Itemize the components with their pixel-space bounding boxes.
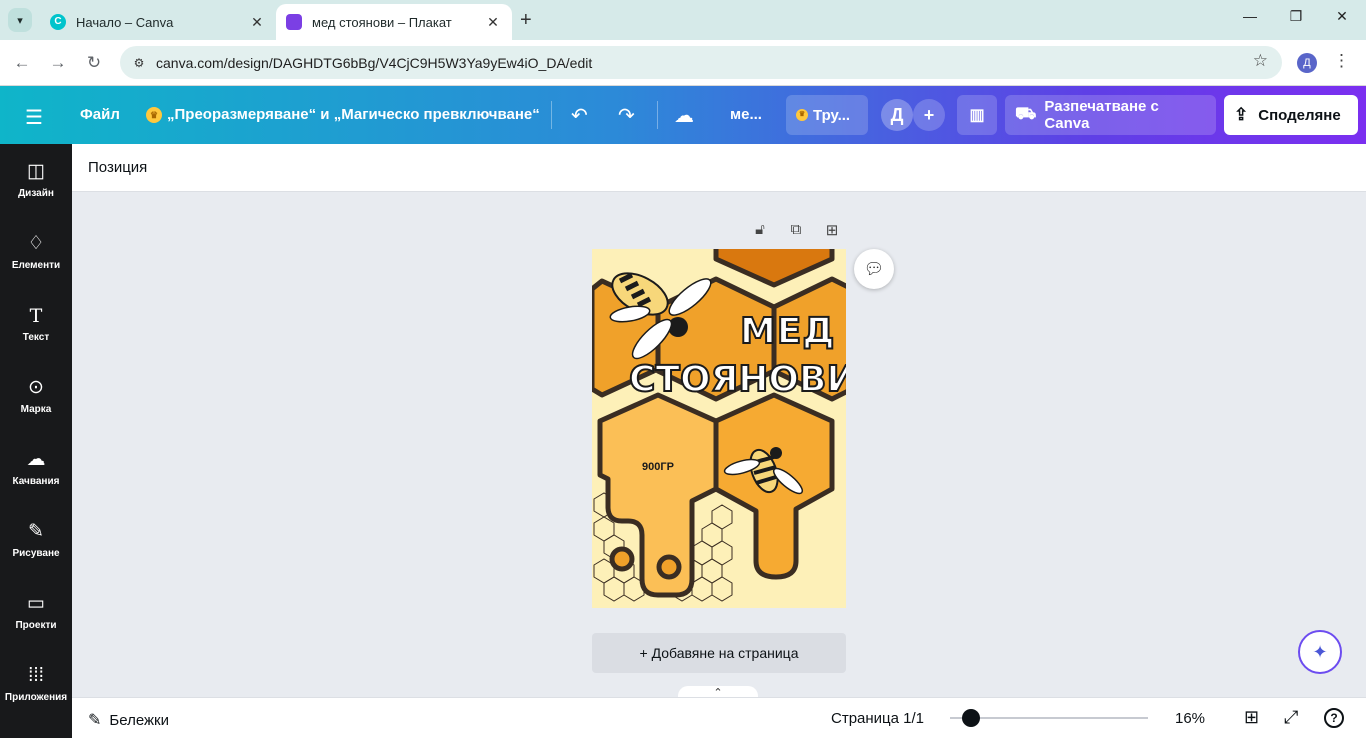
sidebar-item-draw[interactable]: ✎ Рисуване (0, 520, 72, 592)
undo-icon[interactable]: ↶ (571, 103, 588, 128)
minimize-icon[interactable]: — (1238, 8, 1262, 24)
draw-icon: ✎ (28, 521, 44, 542)
position-button[interactable]: Позиция (88, 159, 147, 176)
poster-favicon-icon (286, 14, 302, 30)
page-indicator[interactable]: Страница 1/1 (831, 710, 924, 727)
header-divider (657, 101, 658, 129)
close-window-icon[interactable]: ✕ (1330, 8, 1354, 25)
poster-weight-label[interactable]: 900ГР (642, 461, 674, 473)
browser-toolbar: ← → ↻ ⚙ canva.com/design/DAGHDTG6bBg/V4C… (0, 40, 1366, 86)
left-sidebar: ◫ Дизайн ♢ Елементи T Текст ⊙ Марка ☁ Ка… (0, 144, 72, 738)
poster-title-line2[interactable]: СТОЯНОВИ (628, 358, 846, 401)
sidebar-item-projects[interactable]: ▭ Проекти (0, 592, 72, 664)
sidebar-item-label: Качвания (12, 476, 60, 487)
share-label: Споделяне (1258, 106, 1341, 124)
fullscreen-icon[interactable]: ⤢ (1284, 707, 1298, 728)
sidebar-item-uploads[interactable]: ☁ Качвания (0, 448, 72, 520)
new-tab-button[interactable]: + (520, 10, 532, 30)
notes-icon: ✎ (88, 712, 102, 729)
tab-design[interactable]: мед стоянови – Плакат ✕ (276, 4, 512, 40)
browser-menu-icon[interactable]: ⋮ (1333, 51, 1350, 71)
help-icon[interactable]: ? (1324, 708, 1344, 728)
design-icon: ◫ (27, 161, 45, 182)
tab-title: Начало – Canva (76, 14, 174, 30)
sidebar-item-label: Марка (20, 404, 52, 415)
canva-favicon-icon: C (50, 14, 66, 30)
analytics-icon[interactable]: ▥ (957, 95, 997, 135)
sidebar-item-label: Дизайн (18, 188, 54, 199)
cloud-save-icon[interactable]: ☁ (674, 103, 694, 128)
sidebar-item-label: Текст (22, 332, 50, 343)
sidebar-item-text[interactable]: T Текст (0, 304, 72, 376)
add-page-button[interactable]: + Добавяне на страница (592, 633, 846, 673)
poster-artwork (592, 249, 846, 608)
forward-icon[interactable]: → (46, 51, 70, 75)
bookmark-star-icon[interactable]: ☆ (1253, 51, 1268, 71)
projects-icon: ▭ (27, 593, 45, 614)
add-page-icon[interactable]: ⊞ (822, 221, 842, 239)
text-icon: T (29, 305, 43, 327)
sidebar-item-label: Проекти (15, 620, 57, 631)
lock-page-icon[interactable]: 🔓︎ (750, 221, 770, 238)
print-label: Разпечатване с Canva (1044, 98, 1159, 132)
notes-button[interactable]: ✎ Бележки (88, 710, 169, 730)
grid-view-icon[interactable]: ⊞ (1244, 707, 1259, 728)
redo-icon[interactable]: ↷ (618, 103, 635, 128)
sidebar-item-elements[interactable]: ♢ Елементи (0, 232, 72, 304)
close-tab-icon[interactable]: ✕ (248, 14, 266, 31)
sidebar-item-apps[interactable]: ⁞⁞⁞ Приложения (0, 664, 72, 736)
profile-avatar[interactable]: Д (1297, 53, 1317, 73)
honey-drop (609, 546, 635, 572)
share-upload-icon: ⇪ (1234, 105, 1249, 124)
sidebar-item-design[interactable]: ◫ Дизайн (0, 160, 72, 232)
brand-icon: ⊙ (28, 377, 44, 398)
context-toolbar: Позиция (72, 144, 1366, 192)
sidebar-item-label: Елементи (11, 260, 61, 271)
add-comment-icon[interactable]: 💬︎ (854, 249, 894, 289)
zoom-level[interactable]: 16% (1175, 710, 1205, 727)
editor-header: ☰ Файл ♛ „Преоразмеряване“ и „Магическо … (0, 86, 1366, 144)
tab-canva-home[interactable]: C Начало – Canva ✕ (40, 4, 276, 40)
crown-icon: ♛ (796, 109, 808, 121)
address-bar[interactable]: ⚙ canva.com/design/DAGHDTG6bBg/V4CjC9H5W… (120, 46, 1282, 79)
main-menu-icon[interactable]: ☰ (25, 105, 43, 130)
poster-title-line1[interactable]: МЕД (739, 310, 835, 353)
try-pro-button[interactable]: ♛ Тру... (786, 95, 868, 135)
print-with-canva-button[interactable]: ⛟ Разпечатване с Canva (1005, 95, 1216, 135)
poster-page[interactable]: МЕД СТОЯНОВИ 900ГР (592, 249, 846, 608)
site-settings-icon[interactable]: ⚙ (128, 52, 150, 74)
uploads-icon: ☁ (26, 449, 46, 470)
notes-label: Бележки (109, 711, 169, 729)
browser-tab-strip: ▾ C Начало – Canva ✕ мед стоянови – Плак… (0, 0, 1366, 40)
back-icon[interactable]: ← (10, 51, 34, 75)
url-text[interactable]: canva.com/design/DAGHDTG6bBg/V4CjC9H5W3Y… (156, 55, 592, 71)
sidebar-item-label: Приложения (4, 692, 68, 703)
magic-assistant-icon[interactable]: ✦ (1298, 630, 1342, 674)
zoom-slider-handle[interactable] (962, 709, 980, 727)
apps-icon: ⁞⁞⁞ (28, 665, 44, 686)
file-menu-button[interactable]: Файл (80, 106, 120, 123)
truck-icon: ⛟ (1015, 104, 1037, 123)
sidebar-item-label: Рисуване (12, 548, 60, 559)
doc-title[interactable]: ме... (730, 106, 762, 123)
tab-search-dropdown-icon[interactable]: ▾ (8, 8, 32, 32)
elements-icon: ♢ (27, 233, 45, 254)
reload-icon[interactable]: ↻ (82, 51, 106, 75)
header-divider (551, 101, 552, 129)
resize-label: „Преоразмеряване“ и „Магическо превключв… (167, 106, 540, 123)
sidebar-item-brand[interactable]: ⊙ Марка (0, 376, 72, 448)
resize-button[interactable]: ♛ „Преоразмеряване“ и „Магическо превклю… (146, 106, 540, 123)
editor-footer: ✎ Бележки Страница 1/1 16% ⊞ ⤢ ? (72, 697, 1366, 738)
duplicate-page-icon[interactable]: ⧉ (786, 221, 806, 238)
crown-icon: ♛ (146, 106, 162, 123)
share-button[interactable]: ⇪ Споделяне (1224, 95, 1358, 135)
restore-icon[interactable]: ❐ (1284, 8, 1308, 25)
tab-title: мед стоянови – Плакат (312, 14, 452, 30)
add-collaborator-icon[interactable]: + (913, 99, 945, 131)
try-pro-label: Тру... (813, 106, 851, 124)
user-avatar[interactable]: Д (881, 99, 913, 131)
close-tab-icon[interactable]: ✕ (484, 14, 502, 31)
honey-drop (656, 554, 682, 580)
